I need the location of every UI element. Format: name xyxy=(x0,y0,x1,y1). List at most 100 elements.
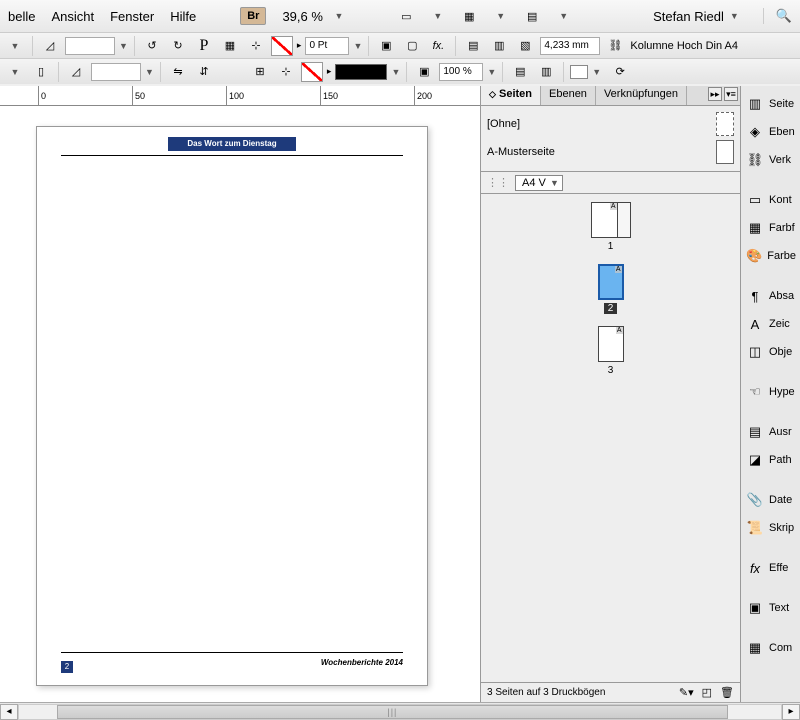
screen-mode-icon[interactable]: ▭ xyxy=(395,6,417,26)
search-box[interactable]: 🔍 xyxy=(763,8,792,24)
flip-h-icon[interactable]: ⇋ xyxy=(167,62,189,82)
fx-icon[interactable]: fx. xyxy=(427,36,449,56)
refresh-icon[interactable]: ⟳ xyxy=(609,62,631,82)
thumb-label: 2 xyxy=(604,303,618,314)
rotate-cw-icon[interactable]: ↻ xyxy=(167,36,189,56)
page-number-box: 2 xyxy=(61,661,73,673)
zoom-selector[interactable]: 39,6 % ▼ xyxy=(282,9,343,24)
page-thumb-selected[interactable]: A xyxy=(598,264,624,300)
scroll-left-button[interactable]: ◂ xyxy=(0,704,18,720)
document-page[interactable]: Das Wort zum Dienstag Wochenberichte 201… xyxy=(36,126,428,686)
dock-farbe[interactable]: 🎨Farbe xyxy=(741,244,800,268)
opacity-field[interactable] xyxy=(439,63,483,81)
arrow-icon: ▸ xyxy=(327,66,332,77)
tab-verknuepfungen[interactable]: Verknüpfungen xyxy=(596,86,687,105)
text-wrap-3-icon[interactable]: ▧ xyxy=(514,36,536,56)
menu-ansicht[interactable]: Ansicht xyxy=(51,9,94,24)
page-count-label: 3 Seiten auf 3 Druckbögen xyxy=(487,687,605,698)
field-2[interactable] xyxy=(91,63,141,81)
menu-hilfe[interactable]: Hilfe xyxy=(170,9,196,24)
measure-field[interactable] xyxy=(540,37,600,55)
dock-effekte[interactable]: fxEffe xyxy=(741,556,800,580)
community-icon: ▦ xyxy=(745,639,765,657)
corner-shape-swatch[interactable] xyxy=(570,65,588,79)
collapse-panel-icon[interactable]: ▸▸ xyxy=(708,87,722,101)
dock-verknuepfungen[interactable]: ⛓Verk xyxy=(741,148,800,172)
grid-icon[interactable]: ▦ xyxy=(219,36,241,56)
dock-kontur[interactable]: ▭Kont xyxy=(741,188,800,212)
scroll-thumb[interactable]: ||| xyxy=(57,705,728,719)
tab-ebenen[interactable]: Ebenen xyxy=(541,86,596,105)
edit-page-icon[interactable]: ✎▾ xyxy=(679,686,694,699)
dock-ebenen[interactable]: ◈Eben xyxy=(741,120,800,144)
page-thumb[interactable] xyxy=(617,202,631,238)
page-rule xyxy=(61,652,403,653)
dock-text[interactable]: ▣Text xyxy=(741,596,800,620)
canvas-area[interactable]: 0 50 100 150 200 Das Wort zum Dienstag W… xyxy=(0,86,480,702)
wrap-shape-icon[interactable]: ▥ xyxy=(535,62,557,82)
distribute-icon[interactable]: ⊹ xyxy=(275,62,297,82)
text-wrap-1-icon[interactable]: ▤ xyxy=(462,36,484,56)
spread-2[interactable]: A 2 xyxy=(489,264,732,314)
page-thumb[interactable]: A xyxy=(591,202,617,238)
snap-icon[interactable]: ⊞ xyxy=(249,62,271,82)
fit-frame-icon[interactable]: ▣ xyxy=(375,36,397,56)
dropdown-icon[interactable]: ▼ xyxy=(4,36,26,56)
dock-seiten[interactable]: ▥Seite xyxy=(741,92,800,116)
dock-hyperlinks[interactable]: ☜Hype xyxy=(741,380,800,404)
align-stroke-icon[interactable]: ◿ xyxy=(39,36,61,56)
delete-page-icon[interactable]: 🗑 xyxy=(720,686,734,699)
wrap-bound-icon[interactable]: ▤ xyxy=(509,62,531,82)
text-wrap-2-icon[interactable]: ▥ xyxy=(488,36,510,56)
master-none[interactable]: [Ohne] xyxy=(487,110,734,138)
dock-farbfelder[interactable]: ▦Farbf xyxy=(741,216,800,240)
page-rule xyxy=(61,155,403,156)
stroke-weight-field[interactable] xyxy=(305,37,349,55)
tab-seiten[interactable]: ◇ Seiten xyxy=(481,86,541,105)
fill-none-swatch[interactable] xyxy=(301,62,323,82)
flip-v-icon[interactable]: ⇵ xyxy=(193,62,215,82)
corner-icon[interactable]: ◿ xyxy=(65,62,87,82)
container-icon[interactable]: ▯ xyxy=(30,62,52,82)
stroke-none-swatch[interactable] xyxy=(271,36,293,56)
page-size-select[interactable]: A4 V ▼ xyxy=(515,175,563,191)
spread-1[interactable]: A 1 xyxy=(489,202,732,252)
dock-objekt[interactable]: ◫Obje xyxy=(741,340,800,364)
arrange-icon[interactable]: ▦ xyxy=(458,6,480,26)
dock-community[interactable]: ▦Com xyxy=(741,636,800,660)
scroll-right-button[interactable]: ▸ xyxy=(782,704,800,720)
master-a[interactable]: A-Musterseite xyxy=(487,138,734,166)
dropdown-icon[interactable]: ▼ xyxy=(4,62,26,82)
transform-icon[interactable]: ⊹ xyxy=(245,36,267,56)
file-icon: 📎 xyxy=(745,491,765,509)
view-options-icon[interactable]: ▤ xyxy=(521,6,543,26)
horizontal-scrollbar[interactable]: ◂ ||| ▸ xyxy=(0,702,800,720)
menu-tabelle[interactable]: belle xyxy=(8,9,35,24)
dock-absatz[interactable]: ¶Absa xyxy=(741,284,800,308)
new-page-icon[interactable]: ◰ xyxy=(702,686,712,699)
paragraph-icon[interactable]: P xyxy=(193,36,215,56)
thumb-label: 1 xyxy=(608,241,614,252)
dock-zeichen[interactable]: AZeic xyxy=(741,312,800,336)
dock-pathfinder[interactable]: ◪Path xyxy=(741,448,800,472)
field-1[interactable] xyxy=(65,37,115,55)
bridge-button[interactable]: Br xyxy=(240,7,266,25)
search-icon: 🔍 xyxy=(776,8,792,24)
fit-content-icon[interactable]: ▢ xyxy=(401,36,423,56)
scroll-track[interactable]: ||| xyxy=(18,704,782,720)
menu-fenster[interactable]: Fenster xyxy=(110,9,154,24)
link-icon[interactable]: ⛓ xyxy=(604,36,626,56)
page-thumb[interactable]: A xyxy=(598,326,624,362)
user-menu[interactable]: Stefan Riedl ▼ xyxy=(653,9,739,24)
stroke-style-swatch[interactable] xyxy=(335,64,387,80)
panel-menu-icon[interactable]: ▾≡ xyxy=(724,87,738,101)
user-name: Stefan Riedl xyxy=(653,9,724,24)
rotate-ccw-icon[interactable]: ↺ xyxy=(141,36,163,56)
dock-ausrichten[interactable]: ▤Ausr xyxy=(741,420,800,444)
auto-fit-icon[interactable]: ▣ xyxy=(413,62,435,82)
spread-3[interactable]: A 3 xyxy=(489,326,732,376)
dock-skripte[interactable]: 📜Skrip xyxy=(741,516,800,540)
ruler-tick: 0 xyxy=(38,86,46,106)
dock-datei[interactable]: 📎Date xyxy=(741,488,800,512)
pages-icon: ▥ xyxy=(745,95,765,113)
